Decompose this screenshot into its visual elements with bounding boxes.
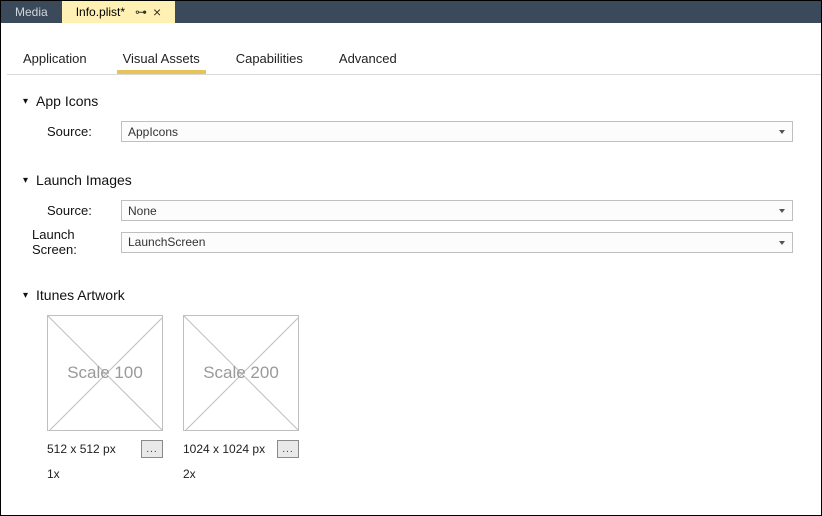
browse-button[interactable]: ... xyxy=(277,440,299,458)
section-header-itunes-artwork[interactable]: ▾ Itunes Artwork xyxy=(23,287,793,303)
artwork-item: Scale 100 512 x 512 px ... 1x xyxy=(47,315,163,481)
artwork-dimensions: 1024 x 1024 px xyxy=(183,442,265,456)
artwork-meta: 1024 x 1024 px ... xyxy=(183,439,299,459)
artwork-dimensions: 512 x 512 px xyxy=(47,442,116,456)
section-title: App Icons xyxy=(36,93,98,109)
browse-button[interactable]: ... xyxy=(141,440,163,458)
label-source: Source: xyxy=(23,124,121,139)
section-title: Launch Images xyxy=(36,172,132,188)
artwork-scale: 1x xyxy=(47,467,163,481)
tab-application[interactable]: Application xyxy=(19,51,91,74)
close-icon[interactable]: × xyxy=(153,5,161,19)
chevron-down-icon: ▾ xyxy=(23,290,28,301)
row-app-icons-source: Source: AppIcons xyxy=(23,121,793,142)
label-source: Source: xyxy=(23,203,121,218)
section-header-launch-images[interactable]: ▾ Launch Images xyxy=(23,172,793,188)
tab-visual-assets[interactable]: Visual Assets xyxy=(119,51,204,74)
select-value: None xyxy=(128,204,157,218)
label-launch-screen: Launch Screen: xyxy=(23,227,121,257)
file-tab-label: Media xyxy=(15,5,48,19)
artwork-placeholder[interactable]: Scale 200 xyxy=(183,315,299,431)
row-launch-screen: Launch Screen: LaunchScreen xyxy=(23,227,793,257)
select-value: LaunchScreen xyxy=(128,235,205,249)
select-app-icons-source[interactable]: AppIcons xyxy=(121,121,793,142)
artwork-item: Scale 200 1024 x 1024 px ... 2x xyxy=(183,315,299,481)
artwork-meta: 512 x 512 px ... xyxy=(47,439,163,459)
file-tab-bar: Media Info.plist* ⊶ × xyxy=(1,1,821,23)
select-value: AppIcons xyxy=(128,125,178,139)
editor-subtabs: Application Visual Assets Capabilities A… xyxy=(7,29,821,75)
select-launch-screen[interactable]: LaunchScreen xyxy=(121,232,793,253)
artwork-row: Scale 100 512 x 512 px ... 1x Scale 200 … xyxy=(23,315,793,481)
section-header-app-icons[interactable]: ▾ App Icons xyxy=(23,93,793,109)
tab-advanced[interactable]: Advanced xyxy=(335,51,401,74)
chevron-down-icon: ▾ xyxy=(23,96,28,107)
chevron-down-icon: ▾ xyxy=(23,175,28,186)
artwork-overlay-text: Scale 200 xyxy=(203,363,279,383)
section-title: Itunes Artwork xyxy=(36,287,125,303)
file-tab-active[interactable]: Info.plist* ⊶ × xyxy=(62,1,176,23)
artwork-scale: 2x xyxy=(183,467,299,481)
row-launch-images-source: Source: None xyxy=(23,200,793,221)
file-tab-label: Info.plist* xyxy=(76,5,125,19)
content-area: ▾ App Icons Source: AppIcons ▾ Launch Im… xyxy=(7,75,821,481)
file-tab-inactive[interactable]: Media xyxy=(1,1,62,23)
artwork-placeholder[interactable]: Scale 100 xyxy=(47,315,163,431)
pin-icon[interactable]: ⊶ xyxy=(135,5,147,19)
editor-pane: Application Visual Assets Capabilities A… xyxy=(1,29,821,481)
artwork-overlay-text: Scale 100 xyxy=(67,363,143,383)
tab-capabilities[interactable]: Capabilities xyxy=(232,51,307,74)
select-launch-images-source[interactable]: None xyxy=(121,200,793,221)
